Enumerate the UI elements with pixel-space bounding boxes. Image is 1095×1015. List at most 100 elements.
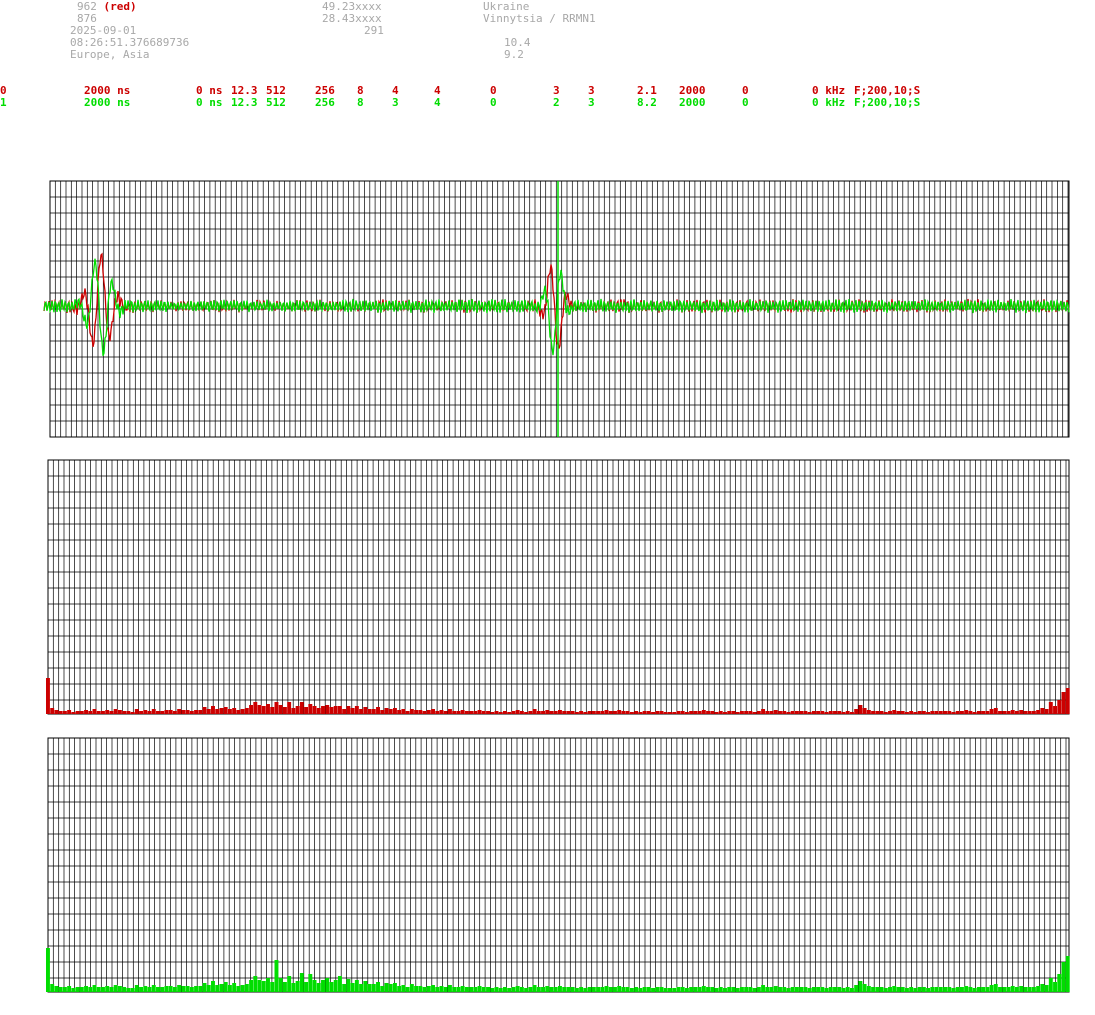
spectrum-red-bar — [938, 711, 943, 714]
spectrum-green-bar — [985, 987, 990, 992]
spectrum-red-bar — [117, 710, 122, 714]
spectrum-green-bar — [600, 987, 605, 992]
spectrum-green-bar — [168, 986, 173, 992]
spectrum-green-bar — [536, 987, 541, 992]
spectrum-red-bar — [845, 711, 850, 714]
spectrum-green-bar — [198, 986, 203, 992]
spectrum-red-bar — [820, 711, 825, 714]
spectrum-red-bar — [1006, 711, 1011, 714]
spectrum-red-bar — [794, 711, 799, 714]
spectrum-green-bar — [274, 960, 279, 992]
spectrum-green-bar — [604, 986, 609, 992]
spectrum-green-bar — [727, 987, 732, 992]
spectrum-green-bar — [143, 986, 148, 992]
spectrum-red-bar — [773, 710, 778, 714]
spectrum-red-bar — [913, 712, 918, 714]
spectrum-red-bar — [634, 711, 639, 714]
spectrum-red-bar — [333, 706, 338, 714]
spectrum-red-bar — [426, 710, 431, 714]
spectrum-green-bar — [350, 983, 355, 992]
spectrum-green-bar — [782, 987, 787, 992]
spectrum-green-bar — [346, 979, 351, 992]
spectrum-red-bar — [490, 712, 495, 714]
spectrum-green-bar — [223, 982, 228, 992]
spectrum-green-bar — [803, 987, 808, 992]
spectrum-green-bar — [109, 987, 114, 992]
spectrum-green-bar — [841, 988, 846, 992]
spectrum-red-bar — [943, 711, 947, 714]
spectrum-red-bar — [731, 711, 736, 714]
spectrum-red-bar — [833, 711, 837, 714]
spectrum-red-bar — [968, 711, 973, 714]
spectrum-red-bar — [447, 709, 452, 714]
spectrum-red-bar — [113, 709, 118, 714]
spectrum-red-bar — [883, 712, 888, 714]
spectrum-green-bar — [443, 987, 448, 992]
spectrum-red-bar — [672, 712, 677, 714]
spectrum-green-bar — [659, 987, 664, 992]
spectrum-red-bar — [748, 711, 753, 714]
spectrum-red-bar — [130, 712, 135, 714]
spectrum-red-bar — [397, 710, 402, 714]
spectrum-green-bar — [1065, 956, 1070, 992]
spectrum-green-bar — [117, 986, 122, 992]
spectrum-red-bar — [236, 710, 241, 714]
spectrum-red-bar — [917, 711, 922, 714]
spectrum-green-bar — [1057, 974, 1062, 992]
spectrum-red-bar — [558, 710, 562, 714]
spectrum-green-bar — [1031, 987, 1036, 992]
spectrum-green-bar — [765, 987, 770, 992]
spectrum-red-bar — [591, 711, 596, 714]
spectrum-green-bar — [828, 987, 833, 992]
spectrum-green-bar — [917, 987, 922, 992]
spectrum-green-bar — [435, 987, 440, 992]
spectrum-red-bar — [409, 709, 414, 714]
spectrum-green-bar — [680, 987, 685, 992]
spectrum-red-bar — [532, 709, 537, 714]
spectrum-red-bar — [164, 710, 169, 714]
spectrum-green-bar — [579, 987, 584, 992]
spectrum-red-bar — [244, 708, 249, 714]
spectrum-green-bar — [469, 987, 474, 992]
spectrum-green-bar — [786, 988, 791, 992]
spectrum-red-bar — [981, 711, 986, 714]
spectrum-red-bar — [985, 711, 990, 714]
spectrum-red-bar — [304, 707, 309, 714]
spectrum-green-bar — [710, 987, 715, 992]
spectrum-red-bar — [524, 712, 529, 714]
spectrum-red-bar — [604, 710, 609, 714]
spectrum-green-bar — [583, 988, 588, 992]
spectrum-green-bar — [718, 987, 723, 992]
spectrum-green-bar — [354, 980, 359, 992]
spectrum-red-bar — [189, 711, 194, 714]
spectrum-red-bar — [769, 711, 774, 714]
spectrum-red-bar — [947, 711, 952, 714]
spectrum-green-bar — [1036, 986, 1041, 992]
spectrum-red-bar — [354, 706, 359, 714]
spectrum-red-bar — [710, 711, 715, 714]
spectrum-red-bar — [405, 711, 410, 714]
spectrum-green-bar — [270, 982, 275, 992]
spectrum-green-bar — [88, 987, 93, 992]
spectrum-red-bar — [515, 710, 520, 714]
spectrum-green-bar — [756, 987, 761, 992]
spectrum-green-bar — [418, 986, 423, 992]
spectrum-red-bar — [240, 709, 245, 714]
spectrum-red-bar — [122, 711, 127, 714]
spectrum-green-bar — [194, 986, 199, 992]
spectrum-red-bar — [172, 711, 177, 714]
spectrum-red-bar — [202, 707, 207, 714]
spectrum-green-bar — [266, 978, 270, 992]
spectrum-green-bar — [113, 985, 118, 992]
spectrum-red-bar — [422, 711, 427, 714]
spectrum-red-bar — [54, 710, 59, 714]
spectrum-green-bar — [773, 986, 778, 992]
spectrum-green-bar — [299, 973, 304, 992]
spectrum-red-bar — [680, 711, 685, 714]
spectrum-red-bar — [414, 710, 419, 714]
spectrum-red-bar — [376, 707, 380, 714]
spectrum-red-bar — [1031, 711, 1036, 714]
spectrum-green-bar — [761, 985, 766, 992]
spectrum-red-bar — [1057, 700, 1062, 714]
spectrum-red-bar — [75, 711, 80, 714]
